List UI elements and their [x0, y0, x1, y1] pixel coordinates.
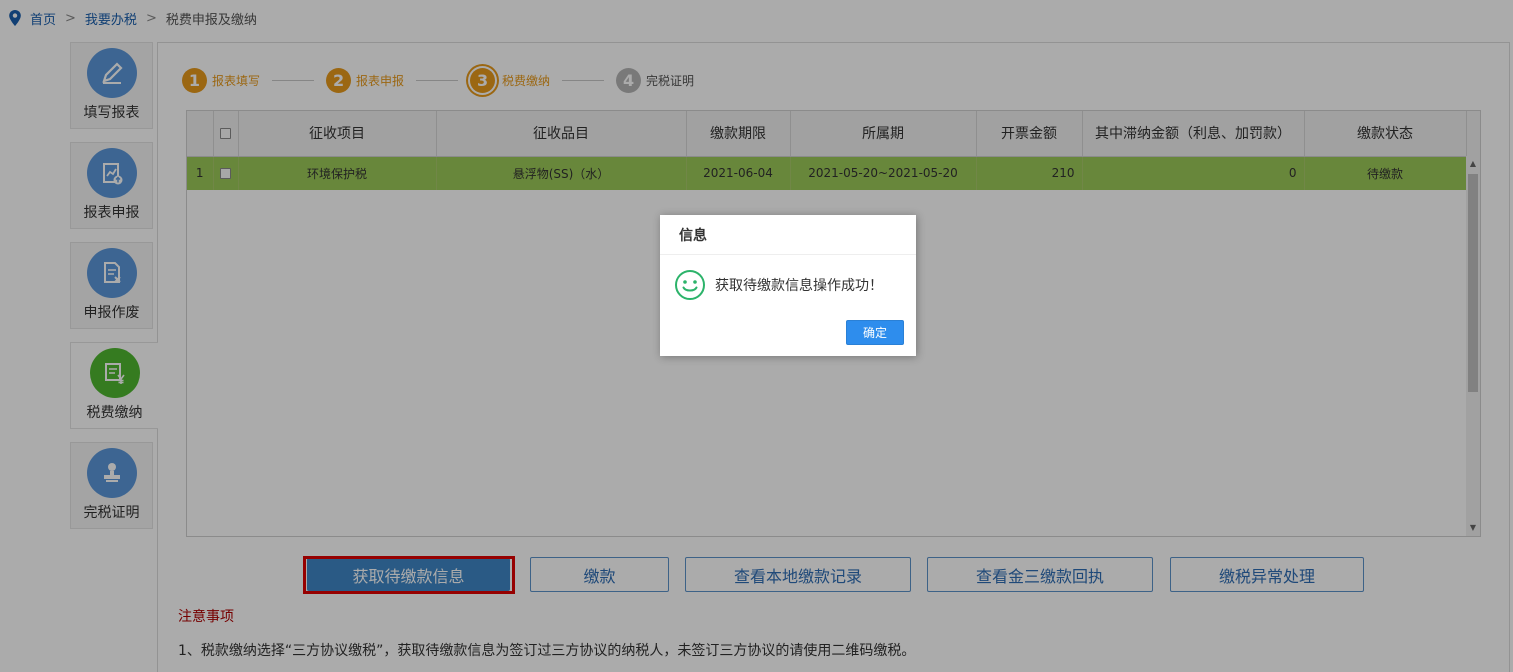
dialog-message: 获取待缴款信息操作成功！ — [715, 278, 883, 294]
dialog-body: 获取待缴款信息操作成功！ — [660, 255, 916, 315]
info-dialog: 信息 获取待缴款信息操作成功！ 确定 — [660, 215, 916, 356]
dialog-title: 信息 — [660, 215, 916, 255]
ok-button[interactable]: 确定 — [846, 320, 904, 345]
smile-icon — [675, 270, 705, 300]
